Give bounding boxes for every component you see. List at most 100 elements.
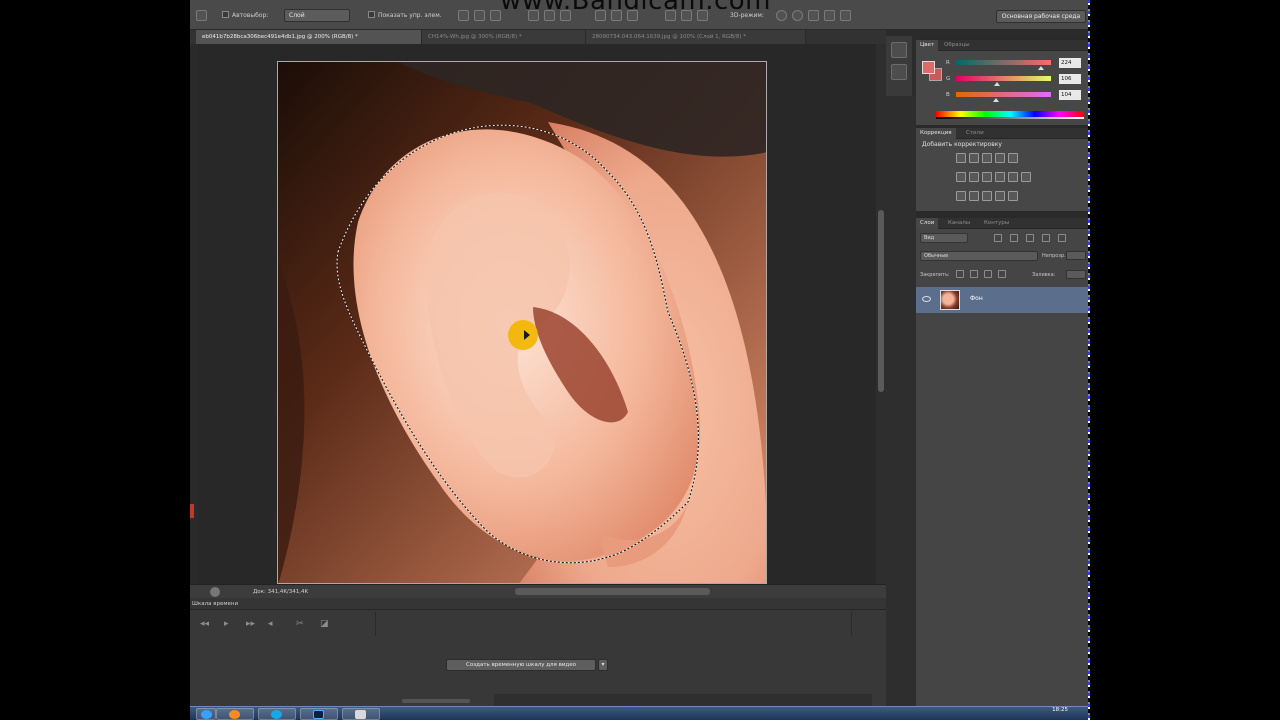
audio-icon[interactable]: ◂ [268,619,273,629]
lock-transparency-icon[interactable] [956,270,964,278]
autoselect-label: Автовыбор: [232,12,269,19]
lock-move-icon[interactable] [984,270,992,278]
right-panels: Цвет Образцы R 224 G 106 B 104 Коррекция… [916,36,1088,720]
tab-document-2[interactable]: CH14%-Wh.jpg @ 300% (RGB/8) * [422,30,586,44]
gradient-map-icon[interactable] [995,191,1005,201]
tab-swatches[interactable]: Образцы [940,40,974,51]
lock-brush-icon[interactable] [970,270,978,278]
green-value-input[interactable]: 106 [1059,74,1081,84]
curves-icon[interactable] [982,153,992,163]
red-slider[interactable] [956,60,1051,65]
color-balance-icon[interactable] [969,172,979,182]
threshold-icon[interactable] [982,191,992,201]
timeline-track[interactable] [376,612,852,636]
color-panel-tabs: Цвет Образцы [916,40,1088,51]
layer-name[interactable]: Фон [970,295,983,302]
history-icon[interactable] [891,42,907,58]
color-lookup-icon[interactable] [1021,172,1031,182]
canvas-area[interactable] [190,44,876,584]
next-frame-icon[interactable]: ▸▸ [246,619,255,629]
blue-value-input[interactable]: 104 [1059,90,1081,100]
create-video-timeline-button[interactable]: Создать временную шкалу для видео [446,659,596,671]
tab-styles[interactable]: Стили [962,128,988,139]
fill-input[interactable] [1066,270,1086,279]
blend-mode-dropdown[interactable]: Обычные [920,251,1038,261]
align-middle-icon[interactable] [474,10,485,21]
move-tool-icon[interactable] [196,10,207,21]
channel-mixer-icon[interactable] [1008,172,1018,182]
filter-type-icon[interactable] [1026,234,1034,242]
firefox-icon [229,710,240,719]
split-icon[interactable]: ✂ [296,619,304,629]
red-slider-knob[interactable] [1038,66,1044,70]
selective-color-icon[interactable] [1008,191,1018,201]
show-controls-checkbox[interactable]: Показать упр. элем. [368,10,442,22]
scrollbar-thumb[interactable] [878,210,884,392]
tab-color[interactable]: Цвет [916,40,939,51]
properties-icon[interactable] [891,64,907,80]
tab-layers[interactable]: Слои [916,218,939,229]
tab-document-3[interactable]: 28090734.043.064.1639.jpg @ 100% (Слой 1… [586,30,806,44]
3d-pan-icon[interactable] [808,10,819,21]
fill-label: Заливка: [1032,272,1056,278]
workspace-button[interactable]: Основная рабочая среда [996,10,1086,23]
color-panel: R 224 G 106 B 104 [916,51,1088,125]
filter-adjustment-icon[interactable] [1010,234,1018,242]
levels-icon[interactable] [969,153,979,163]
3d-slide-icon[interactable] [824,10,835,21]
filter-smart-icon[interactable] [1058,234,1066,242]
timeline-mode-dropdown[interactable]: ▾ [598,659,608,671]
posterize-icon[interactable] [969,191,979,201]
taskbar-clock[interactable]: 18:25 [1052,707,1068,714]
green-slider[interactable] [956,76,1051,81]
photo-filter-icon[interactable] [995,172,1005,182]
visibility-eye-icon[interactable] [922,296,931,302]
black-white-icon[interactable] [982,172,992,182]
document-info[interactable]: Док: 341,4K/341,4K [253,585,308,599]
3d-roll-icon[interactable] [792,10,803,21]
timeline-zoom-slider[interactable] [402,699,470,703]
taskbar-explorer[interactable] [342,708,380,720]
transition-icon[interactable]: ◪ [320,619,329,629]
foreground-color-swatch[interactable] [922,61,935,74]
red-value-input[interactable]: 224 [1059,58,1081,68]
ear-photo[interactable] [277,61,767,584]
horizontal-scrollbar-thumb[interactable] [515,588,710,595]
first-frame-icon[interactable]: ◂◂ [200,619,209,629]
lock-all-icon[interactable] [998,270,1006,278]
canvas-vertical-scrollbar[interactable] [876,44,886,584]
align-top-icon[interactable] [458,10,469,21]
timeline-panel: ◂◂ ▸ ▸▸ ◂ ✂ ◪ Создать временную шкалу дл… [190,610,886,720]
tab-paths[interactable]: Контуры [980,218,1013,229]
invert-icon[interactable] [956,191,966,201]
start-button[interactable] [196,708,216,720]
zoom-icon[interactable] [210,587,220,597]
filter-shape-icon[interactable] [1042,234,1050,242]
tab-document-1[interactable]: eb041b7b28bca306bec491e4db1.jpg @ 200% (… [196,30,422,44]
vibrance-icon[interactable] [1008,153,1018,163]
green-slider-knob[interactable] [994,82,1000,86]
timeline-header: Шкала времени [190,598,886,610]
blue-slider[interactable] [956,92,1051,97]
3d-scale-icon[interactable] [840,10,851,21]
taskbar-firefox[interactable] [216,708,254,720]
exposure-icon[interactable] [995,153,1005,163]
play-icon[interactable]: ▸ [224,619,229,629]
color-spectrum-ramp[interactable] [936,111,1084,119]
layer-filter-dropdown[interactable]: Вид [920,233,968,243]
layer-row[interactable]: Фон [916,287,1088,313]
opacity-label: Непрозр.: [1042,253,1068,259]
autoselect-dropdown[interactable]: Слой [284,9,350,22]
green-label: G [946,76,951,82]
blue-slider-knob[interactable] [993,98,999,102]
3d-rotate-icon[interactable] [776,10,787,21]
taskbar-skype[interactable] [258,708,296,720]
opacity-input[interactable] [1066,251,1086,260]
filter-pixel-icon[interactable] [994,234,1002,242]
tab-channels[interactable]: Каналы [944,218,974,229]
autoselect-checkbox[interactable]: Автовыбор: [222,10,268,22]
taskbar-photoshop[interactable] [300,708,338,720]
tab-adjustments[interactable]: Коррекция [916,128,956,139]
hue-saturation-icon[interactable] [956,172,966,182]
brightness-contrast-icon[interactable] [956,153,966,163]
